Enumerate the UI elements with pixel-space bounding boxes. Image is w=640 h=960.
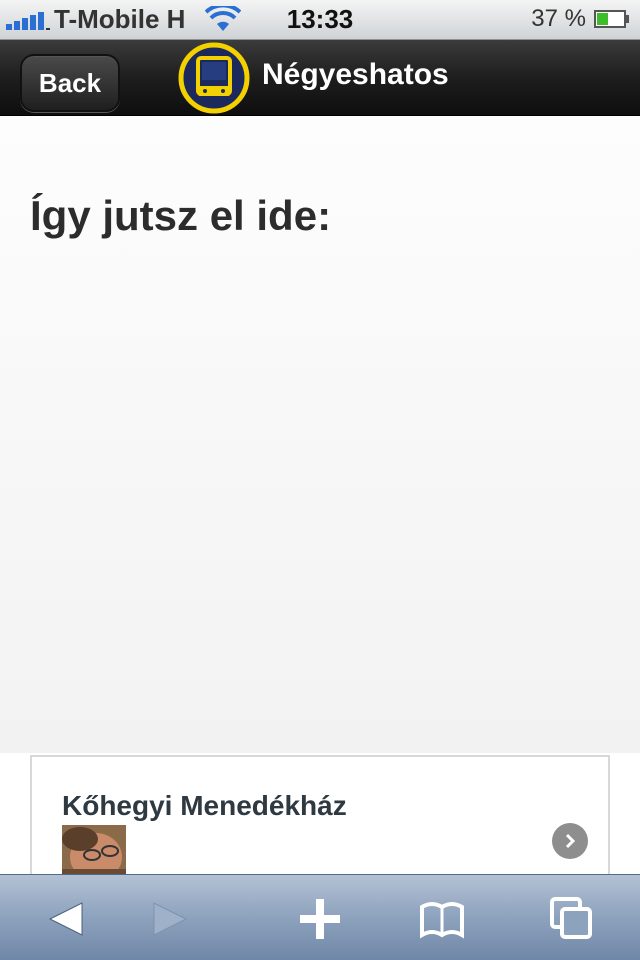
list-item[interactable]: Kőhegyi Menedékház [30,755,610,877]
page-content: Így jutsz el ide: [0,117,640,753]
forward-arrow-icon[interactable] [146,895,194,943]
navigation-bar: Back Négyeshatos [0,40,640,116]
browser-toolbar [0,874,640,960]
page-heading: Így jutsz el ide: [30,192,332,239]
battery-icon [594,10,629,28]
signal-bars-icon [6,12,50,30]
nav-title: Négyeshatos [262,58,449,91]
pages-tabs-icon[interactable] [548,895,596,943]
chevron-right-icon[interactable] [552,823,588,859]
bookmarks-book-icon[interactable] [418,895,466,943]
status-bar: T-Mobile H 13:33 37 % [0,0,640,40]
add-plus-icon[interactable] [296,895,344,943]
tram-logo-icon [178,42,250,114]
list-item-title: Kőhegyi Menedékház [62,790,347,821]
wifi-icon [205,6,241,31]
destination-list: Kőhegyi Menedékház [0,753,640,877]
carrier-name: T-Mobile H [54,4,186,34]
back-button[interactable]: Back [20,54,120,112]
back-arrow-icon[interactable] [42,895,90,943]
battery-percentage: 37 % [531,5,586,32]
avatar [62,825,126,877]
